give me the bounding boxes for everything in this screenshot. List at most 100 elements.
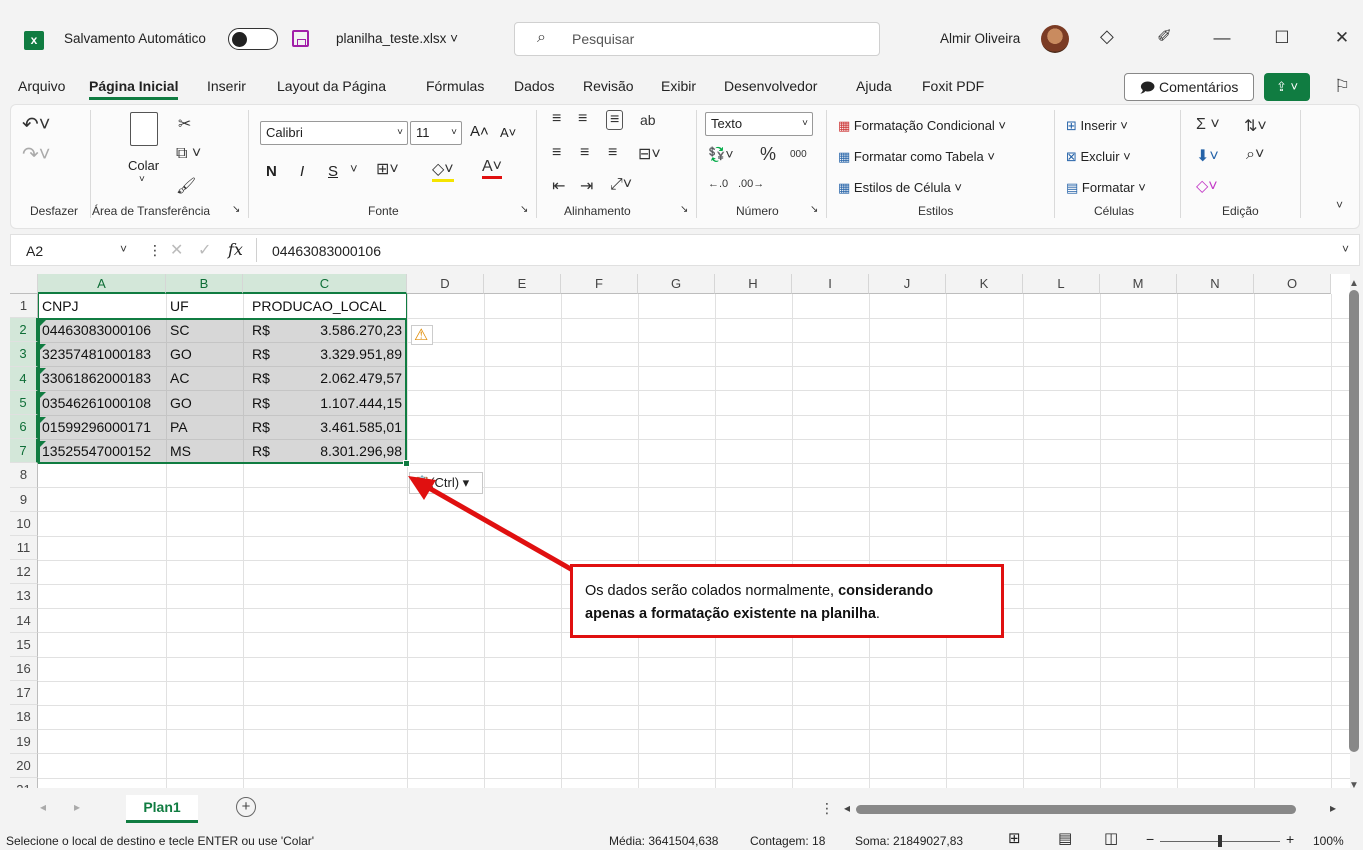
row-header[interactable]: 14 [10,608,38,633]
select-all-corner[interactable] [10,274,38,294]
split-handle-icon[interactable]: ⋮ [820,800,834,817]
row-header[interactable]: 12 [10,560,38,585]
italic-button[interactable]: I [300,163,304,180]
maximize-button[interactable]: ☐ [1262,22,1302,54]
pen-icon[interactable]: ✐ [1157,26,1172,47]
cell-b4[interactable]: AC [170,366,189,390]
row-header[interactable]: 2 [10,318,38,343]
row-header[interactable]: 11 [10,536,38,561]
zoom-in-icon[interactable]: + [1286,831,1294,847]
copy-icon[interactable]: ⧉ ˅ [176,145,201,163]
insert-function-button[interactable]: fx [228,240,243,259]
format-cells-button[interactable]: ▤ Formatar ˅ [1066,180,1146,196]
sheet-tab-plan1[interactable]: Plan1 [126,795,198,823]
merge-center-icon[interactable]: ⊟˅ [638,144,661,164]
cell-b2[interactable]: SC [170,318,189,342]
align-middle-icon[interactable]: ≡ [578,110,587,128]
row-header[interactable]: 13 [10,584,38,609]
row-header[interactable]: 7 [10,439,38,464]
cell-a6[interactable]: 01599296000171 [42,415,151,439]
column-header-h[interactable]: H [715,274,792,294]
row-header[interactable]: 16 [10,657,38,682]
cell-c7[interactable]: 8.301.296,98 [308,439,402,463]
currency-icon[interactable]: 💱˅ [708,146,734,163]
column-header-c[interactable]: C [243,274,407,294]
spreadsheet-grid[interactable]: A B C D E F G H I J K L M N O 1 2 3 4 5 … [10,274,1350,788]
cell-c6[interactable]: 3.461.585,01 [308,415,402,439]
row-header[interactable]: 9 [10,487,38,512]
comments-button[interactable]: 🗩 Comentários [1124,73,1254,101]
number-format-combo[interactable]: Texto ˅ [705,112,813,136]
avatar[interactable] [1041,25,1069,53]
formula-input[interactable]: 04463083000106 [272,243,381,259]
prev-sheet-icon[interactable]: ◂ [40,800,46,814]
cell-b3[interactable]: GO [170,342,192,366]
cell-c5[interactable]: 1.107.444,15 [308,391,402,415]
more-icon[interactable]: ⋮ [148,242,162,259]
next-sheet-icon[interactable]: ▸ [74,800,80,814]
row-header[interactable]: 3 [10,342,38,367]
decrease-decimal-icon[interactable]: .00→ [738,178,764,190]
close-button[interactable]: ✕ [1322,22,1362,54]
percent-icon[interactable]: % [760,144,776,165]
menu-ajuda[interactable]: Ajuda [856,78,892,94]
paste-dropdown-icon[interactable]: ˅ [139,174,145,185]
cell-a1[interactable]: CNPJ [42,294,79,318]
autosum-icon[interactable]: Σ ˅ [1196,116,1220,134]
horizontal-scrollbar[interactable] [856,805,1296,814]
scroll-left-icon[interactable]: ◂ [844,801,850,815]
undo-icon[interactable]: ↶˅ [22,112,50,137]
cell-c4[interactable]: 2.062.479,57 [308,366,402,390]
fill-handle[interactable] [403,460,410,467]
cell-c2[interactable]: 3.586.270,23 [308,318,402,342]
column-header-b[interactable]: B [166,274,243,294]
paste-label[interactable]: Colar [128,158,159,173]
row-header[interactable]: 8 [10,463,38,488]
cell-b1[interactable]: UF [170,294,189,318]
menu-dados[interactable]: Dados [514,78,554,94]
thousands-icon[interactable]: 000 [790,149,807,160]
cell-c1[interactable]: PRODUCAO_LOCAL [252,294,387,318]
cell-a2[interactable]: 04463083000106 [42,318,151,342]
zoom-out-icon[interactable]: − [1146,831,1154,847]
row-header[interactable]: 19 [10,729,38,754]
status-count[interactable]: Contagem: 18 [750,834,825,848]
row-header[interactable]: 10 [10,511,38,536]
column-header-d[interactable]: D [407,274,484,294]
underline-button[interactable]: S [328,163,338,180]
delete-cells-button[interactable]: ⊠ Excluir ˅ [1066,149,1131,165]
grow-font-button[interactable]: A˄ [470,123,489,140]
menu-pagina-inicial[interactable]: Página Inicial [89,78,179,100]
bold-button[interactable]: N [266,163,277,180]
cell-styles-button[interactable]: ▦ Estilos de Célula ˅ [838,180,962,196]
zoom-slider-thumb[interactable] [1218,835,1222,847]
font-size-combo[interactable]: 11 ˅ [410,121,462,145]
row-header[interactable]: 21 [10,778,38,788]
cell-a5[interactable]: 03546261000108 [42,391,151,415]
autosave-toggle[interactable] [228,28,278,50]
normal-view-icon[interactable]: ⊞ [1008,829,1021,847]
cell-a7[interactable]: 13525547000152 [42,439,151,463]
row-header[interactable]: 17 [10,681,38,706]
align-top-icon[interactable]: ≡ [552,110,561,128]
collapse-ribbon-icon[interactable]: ˅ [1336,198,1343,212]
menu-foxit[interactable]: Foxit PDF [922,78,984,94]
diamond-icon[interactable]: ◇ [1100,26,1114,47]
search-input[interactable]: ⌕ Pesquisar [514,22,880,56]
borders-icon[interactable]: ⊞˅ [376,159,399,179]
column-header-m[interactable]: M [1100,274,1177,294]
zoom-level[interactable]: 100% [1313,834,1344,848]
cell-a4[interactable]: 33061862000183 [42,366,151,390]
cancel-icon[interactable]: ✕ [170,240,183,260]
row-header[interactable]: 1 [10,294,38,319]
alignment-launcher-icon[interactable]: ↘ [680,204,688,215]
enter-icon[interactable]: ✓ [198,240,211,260]
fill-color-icon[interactable]: ◇˅ [432,159,454,182]
sort-filter-icon[interactable]: ⇅˅ [1244,116,1267,136]
insert-cells-button[interactable]: ⊞ Inserir ˅ [1066,118,1128,134]
column-header-o[interactable]: O [1254,274,1331,294]
menu-exibir[interactable]: Exibir [661,78,696,94]
cell-c3[interactable]: 3.329.951,89 [308,342,402,366]
row-header[interactable]: 20 [10,753,38,778]
row-header[interactable]: 18 [10,705,38,730]
